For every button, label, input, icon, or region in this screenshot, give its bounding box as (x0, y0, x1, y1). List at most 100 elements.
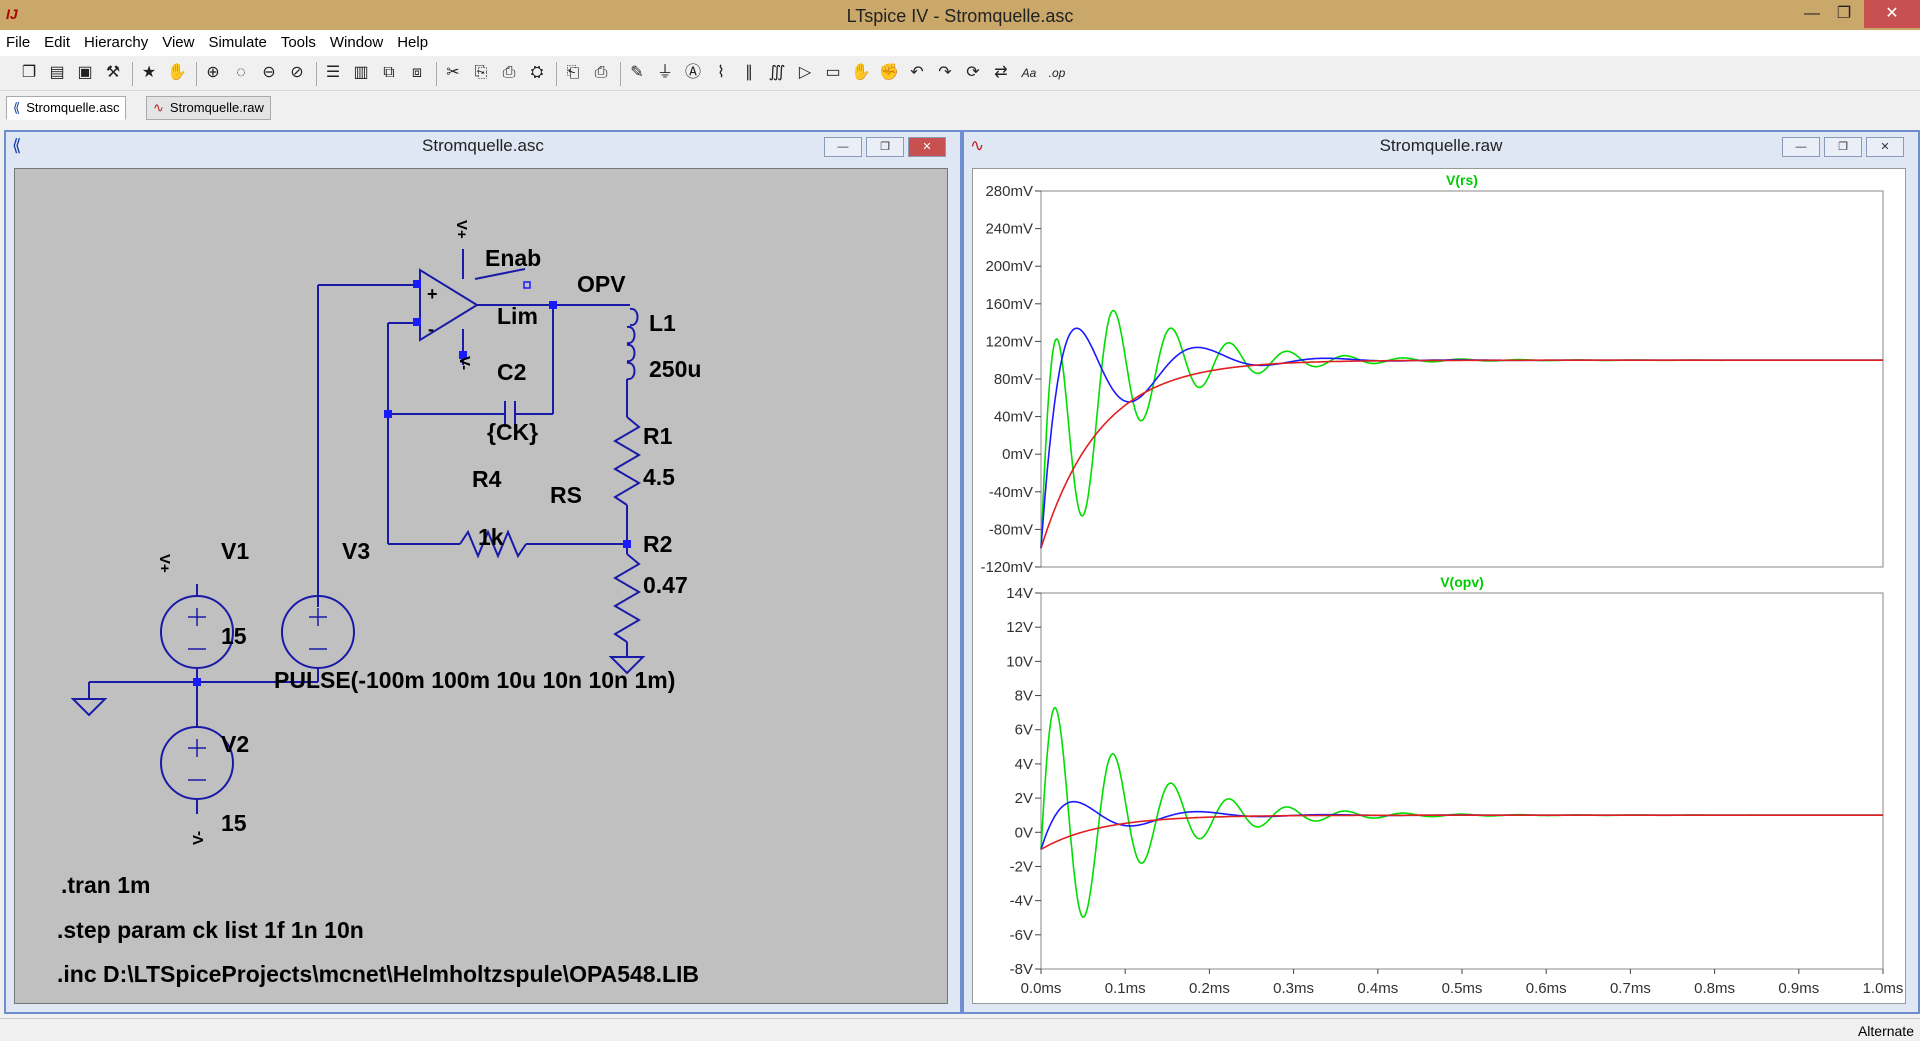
x-tick-label: 0.7ms (1610, 980, 1651, 997)
control-panel-icon[interactable]: ⚒ (102, 62, 124, 84)
drag-icon[interactable]: ✊ (878, 62, 900, 84)
close-icon[interactable]: ✕ (1866, 137, 1904, 157)
menu-simulate[interactable]: Simulate (202, 30, 272, 51)
tile-vertical-icon[interactable]: ▥ (350, 62, 372, 84)
halt-icon[interactable]: ✋ (166, 62, 188, 84)
zoom-in-icon[interactable]: ⊕ (202, 62, 224, 84)
toolbar-separator (196, 62, 197, 86)
minimize-icon[interactable]: — (1782, 137, 1820, 157)
move-icon[interactable]: ✋ (850, 62, 872, 84)
x-tick-label: 0.4ms (1357, 980, 1398, 997)
schematic-wires (70, 249, 646, 814)
tab-label: Stromquelle.raw (169, 100, 264, 115)
inductor-icon[interactable]: ∭ (766, 62, 788, 84)
app-title: LTspice IV - Stromquelle.asc (846, 6, 1074, 26)
label-icon[interactable]: Ⓐ (682, 62, 704, 84)
restore-icon[interactable]: ❐ (866, 137, 904, 157)
menu-tools[interactable]: Tools (275, 30, 322, 51)
directive-step[interactable]: .step param ck list 1f 1n 10n (57, 917, 364, 943)
mirror-icon[interactable]: ⇄ (990, 62, 1012, 84)
restore-icon[interactable]: ❐ (1824, 137, 1862, 157)
status-bar: Alternate (0, 1018, 1920, 1041)
cascade-icon[interactable]: ⧉ (378, 62, 400, 84)
menu-edit[interactable]: Edit (38, 30, 76, 51)
v2-node-label: V- (190, 831, 207, 845)
zoom-out-icon[interactable]: ⊖ (258, 62, 280, 84)
maximize-icon[interactable]: ❐ (1824, 0, 1864, 28)
print-preview-icon[interactable]: ⎗ (562, 62, 584, 84)
cut-icon[interactable]: ✂ (442, 62, 464, 84)
spice-directive-icon[interactable]: .op (1046, 62, 1068, 84)
label-enab: Enab (485, 245, 541, 271)
toolbar-separator (556, 62, 557, 86)
label-r2: R2 (643, 531, 672, 557)
schematic-canvas[interactable]: + - V+ V- V+ V- Enab OPV Lim L1 250u C2 … (14, 168, 948, 1004)
new-schematic-icon[interactable]: ❐ (18, 62, 40, 84)
tab-waveform[interactable]: ∿ Stromquelle.raw (146, 96, 271, 120)
label-r4: R4 (472, 466, 502, 492)
status-text: Alternate (1857, 1023, 1914, 1039)
label-l1-value: 250u (649, 356, 701, 382)
run-icon[interactable]: ★ (138, 62, 160, 84)
y-tick-label: 120mV (985, 333, 1033, 350)
plot-area[interactable]: V(rs) 280mV 240mV 200mV 160mV 120mV 80mV 40mV 0m… (972, 168, 1906, 1004)
close-all-icon[interactable]: ⧈ (406, 62, 428, 84)
diode-icon[interactable]: ▷ (794, 62, 816, 84)
undo-icon[interactable]: ↶ (906, 62, 928, 84)
waveform-icon: ∿ (153, 100, 164, 115)
menu-bar: File Edit Hierarchy View Simulate Tools Window… (0, 30, 1920, 56)
y-tick-label: 6V (1015, 722, 1033, 739)
capacitor-icon[interactable]: ∥ (738, 62, 760, 84)
print-icon[interactable]: ⎙ (590, 62, 612, 84)
find-icon[interactable]: ⛭ (526, 62, 548, 84)
redo-icon[interactable]: ↷ (934, 62, 956, 84)
menu-view[interactable]: View (156, 30, 200, 51)
waveform-window: ∿ Stromquelle.raw — ❐ ✕ V(rs) 280mV 240mV 2… (962, 130, 1920, 1014)
text-icon[interactable]: Aa (1018, 62, 1040, 84)
label-l1: L1 (649, 310, 676, 336)
open-icon[interactable]: ▤ (46, 62, 68, 84)
zoom-fit-icon[interactable]: ⊘ (286, 62, 308, 84)
y-tick-label: 280mV (985, 183, 1033, 200)
x-tick-label: 0.6ms (1526, 980, 1567, 997)
wire-icon[interactable]: ✎ (626, 62, 648, 84)
zoom-back-icon[interactable]: ◌ (230, 62, 252, 84)
rotate-icon[interactable]: ⟳ (962, 62, 984, 84)
label-r2-value: 0.47 (643, 572, 688, 598)
y-tick-label: 0V (1015, 824, 1033, 841)
schematic-window-title: Stromquelle.asc (422, 136, 544, 155)
y-tick-label: -4V (1010, 893, 1033, 910)
label-pulse: PULSE(-100m 100m 10u 10n 10n 1m) (274, 667, 675, 693)
x-tick-label: 0.5ms (1442, 980, 1483, 997)
copy-icon[interactable]: ⎘ (470, 62, 492, 84)
label-v2: V2 (221, 731, 249, 757)
label-opv: OPV (577, 271, 626, 297)
x-tick-label: 0.9ms (1778, 980, 1819, 997)
directive-tran[interactable]: .tran 1m (61, 872, 150, 898)
label-r1: R1 (643, 423, 673, 449)
toolbar-separator (620, 62, 621, 86)
tile-horizontal-icon[interactable]: ☰ (322, 62, 344, 84)
directive-include[interactable]: .inc D:\LTSpiceProjects\mcnet\Helmholtzs… (57, 961, 699, 987)
menu-help[interactable]: Help (391, 30, 434, 51)
menu-window[interactable]: Window (324, 30, 389, 51)
opamp-plus-label: + (427, 284, 438, 304)
menu-hierarchy[interactable]: Hierarchy (78, 30, 154, 51)
x-tick-label: 0.2ms (1189, 980, 1230, 997)
minimize-icon[interactable]: — (824, 137, 862, 157)
component-icon[interactable]: ▭ (822, 62, 844, 84)
paste-icon[interactable]: ⎙ (498, 62, 520, 84)
close-icon[interactable]: ✕ (908, 137, 946, 157)
toolbar-separator (436, 62, 437, 86)
save-icon[interactable]: ▣ (74, 62, 96, 84)
plot-frame (1040, 190, 1884, 568)
y-tick-label: -120mV (980, 559, 1033, 576)
x-tick-label: 0.3ms (1273, 980, 1314, 997)
ground-icon[interactable]: ⏚ (654, 62, 676, 84)
tab-schematic[interactable]: ⟪ Stromquelle.asc (6, 96, 127, 120)
y-tick-label: -8V (1010, 961, 1033, 978)
y-tick-label: 4V (1015, 756, 1033, 773)
menu-file[interactable]: File (0, 30, 36, 51)
resistor-icon[interactable]: ⌇ (710, 62, 732, 84)
close-icon[interactable]: ✕ (1864, 0, 1920, 28)
